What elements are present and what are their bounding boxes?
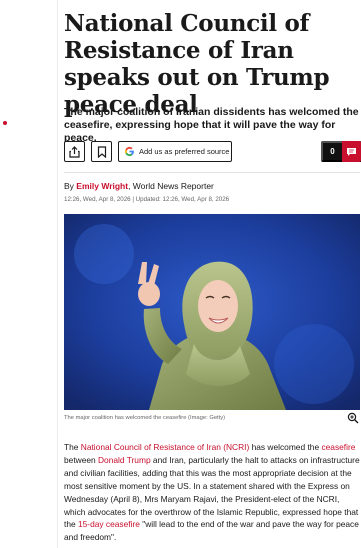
author-link[interactable]: Emily Wright (76, 181, 128, 191)
preferred-source-button[interactable]: Add us as preferred source (118, 141, 232, 162)
share-button[interactable] (64, 141, 85, 162)
byline-prefix: By (64, 181, 77, 191)
ceasefire-link[interactable]: ceasefire (321, 442, 355, 452)
zoom-icon[interactable] (347, 412, 359, 424)
left-rail (0, 0, 52, 548)
share-icon (69, 145, 80, 158)
article-standfirst: The major coalition of Iranian dissident… (64, 106, 359, 144)
hero-photo (64, 214, 360, 410)
comments-button[interactable]: 0 (321, 141, 361, 162)
body-text: The (64, 442, 81, 452)
body-text: has welcomed the (249, 442, 322, 452)
15-day-ceasefire-link[interactable]: 15-day ceasefire (78, 519, 140, 529)
article-body-paragraph: The National Council of Resistance of Ir… (64, 441, 361, 544)
preferred-source-label: Add us as preferred source (139, 147, 230, 156)
comments-count: 0 (330, 147, 335, 156)
divider (64, 172, 360, 173)
publish-dates: 12:26, Wed, Apr 8, 2026 | Updated: 12:26… (64, 196, 230, 203)
bookmark-icon (97, 145, 106, 158)
image-caption: The major coalition has welcomed the cea… (64, 415, 226, 421)
google-icon (123, 146, 135, 158)
body-text: between (64, 454, 98, 465)
red-dot-marker (3, 121, 7, 125)
comment-bubble-icon (342, 141, 361, 162)
article-toolbar: Add us as preferred source 0 (64, 141, 361, 163)
hero-image (64, 214, 360, 410)
bookmark-button[interactable] (91, 141, 112, 162)
ncri-link[interactable]: National Council of Resistance of Iran (… (81, 442, 250, 452)
article: National Council of Resistance of Iran s… (57, 0, 361, 548)
article-headline: National Council of Resistance of Iran s… (64, 10, 330, 118)
author-role: , World News Reporter (128, 181, 214, 191)
donald-trump-link[interactable]: Donald Trump (98, 455, 151, 465)
byline: By Emily Wright, World News Reporter (64, 181, 360, 192)
